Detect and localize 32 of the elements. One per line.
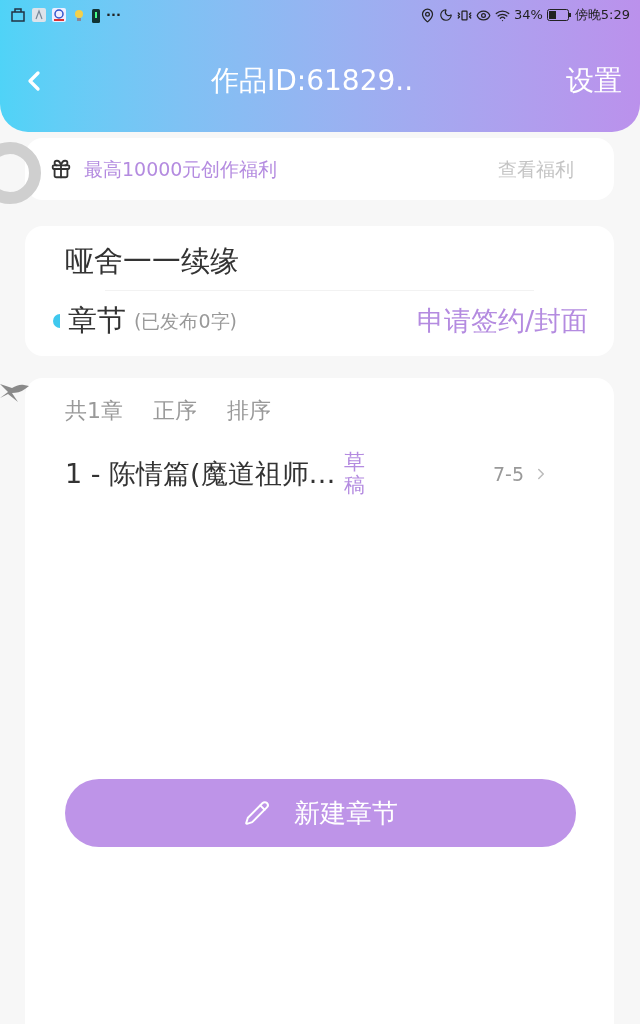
bulb-icon bbox=[72, 8, 86, 22]
vibrate-icon bbox=[456, 7, 472, 23]
new-chapter-button[interactable]: 新建章节 bbox=[65, 779, 576, 848]
page-title: 作品ID:61829.. bbox=[210, 63, 414, 99]
order-toggle[interactable]: 正序 bbox=[153, 394, 197, 427]
eye-icon bbox=[475, 7, 491, 23]
apply-contract-link[interactable]: 申请签约/封面 bbox=[416, 300, 588, 341]
sort-button[interactable]: 排序 bbox=[227, 394, 271, 427]
section-label: 章节 bbox=[68, 306, 126, 336]
clock: 傍晚5:29 bbox=[574, 6, 630, 25]
battery-icon bbox=[546, 9, 571, 21]
draft-tag: 草稿 bbox=[343, 451, 365, 498]
welfare-text: 最高10000元创作福利 bbox=[84, 156, 278, 182]
chapter-title: 1 - 陈情篇(魔道祖师… bbox=[65, 456, 336, 491]
more-indicator: ··· bbox=[106, 6, 121, 25]
pencil-icon bbox=[243, 800, 270, 827]
moon-icon bbox=[438, 8, 453, 22]
app-icon bbox=[10, 7, 26, 23]
section-marker-icon bbox=[53, 313, 60, 328]
wifi-icon bbox=[494, 7, 510, 23]
battery-percent: 34% bbox=[513, 6, 543, 25]
published-count: (已发布0字) bbox=[134, 308, 237, 334]
battery-alert-icon bbox=[92, 7, 100, 23]
settings-button[interactable]: 设置 bbox=[566, 60, 622, 102]
work-title: 哑舍一一续缘 bbox=[65, 243, 240, 280]
app-icon bbox=[32, 8, 46, 22]
gift-icon bbox=[50, 158, 72, 180]
location-icon bbox=[419, 7, 435, 23]
chapter-date: 7-5 bbox=[492, 461, 524, 487]
view-welfare-link[interactable]: 查看福利 bbox=[498, 154, 574, 184]
chapter-count: 共1章 bbox=[65, 397, 123, 425]
app-icon bbox=[52, 8, 66, 22]
